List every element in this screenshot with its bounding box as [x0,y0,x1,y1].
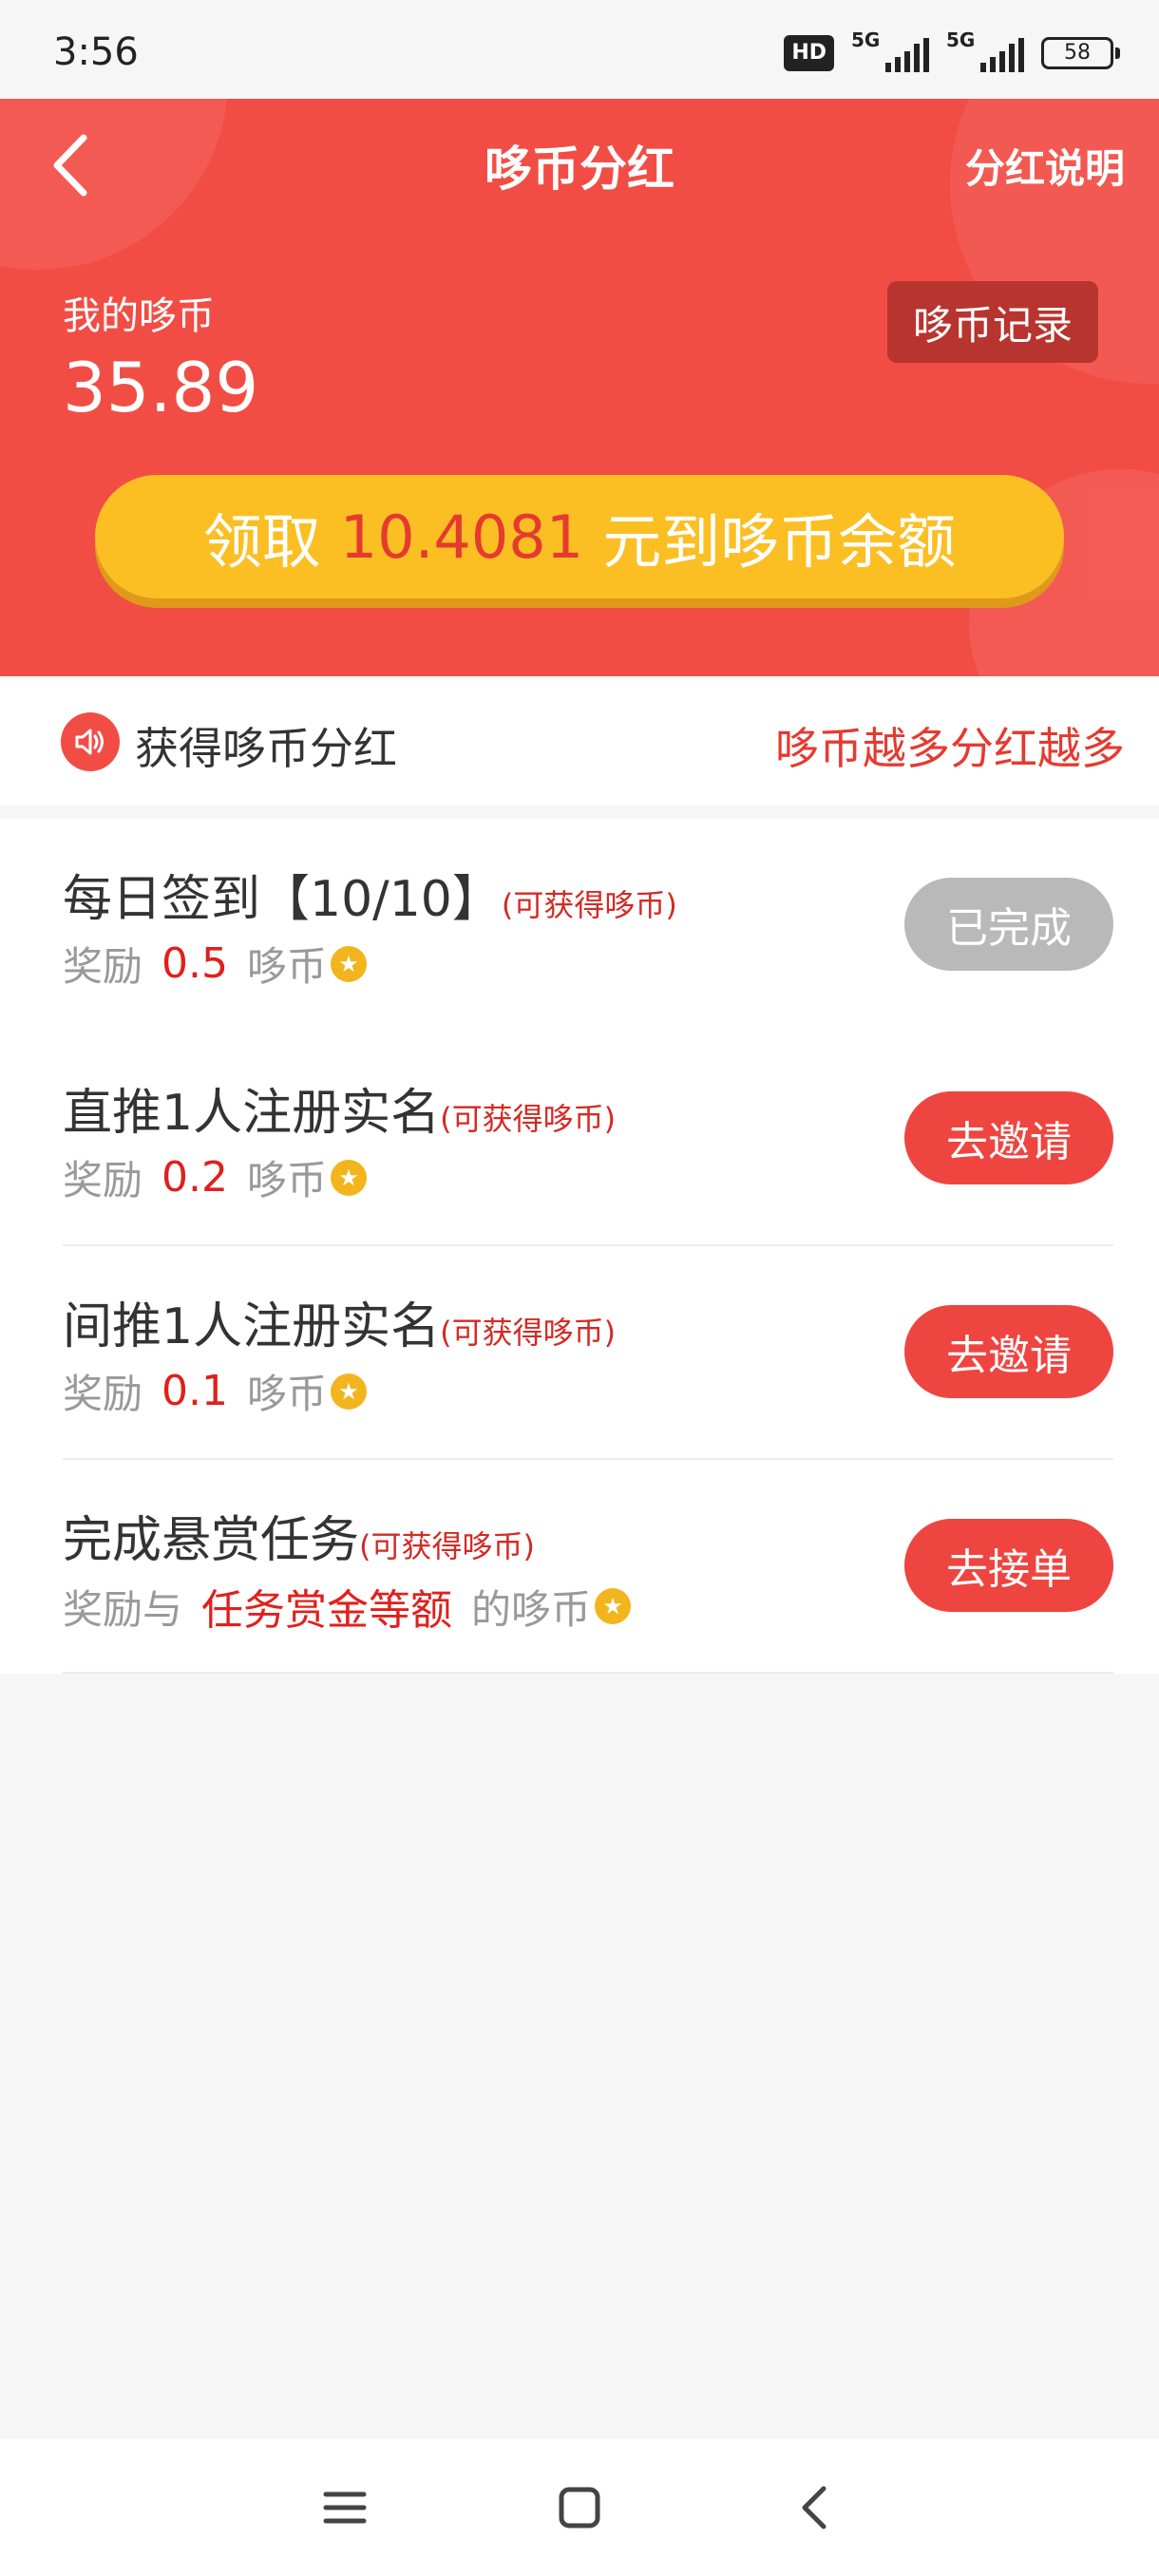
task-reward: 奖励 0.2 哆币 [63,1148,368,1206]
task-reward: 奖励 0.1 哆币 [63,1362,368,1420]
task-title: 完成悬赏任务(可获得哆币) [63,1512,535,1569]
task-list: 每日签到【10/10】(可获得哆币) 奖励 0.5 哆币 已完成 直推1人注册实… [0,819,1159,1674]
network-label-1: 5G [851,28,881,51]
home-button[interactable] [542,2470,618,2546]
task-item-bounty: 完成悬赏任务(可获得哆币) 奖励与 任务赏金等额 的哆币 去接单 [0,1460,1159,1674]
notice-slogan: 哆币越多分红越多 [775,723,1125,774]
coin-record-button[interactable]: 哆币记录 [887,281,1098,363]
home-square-icon [559,2487,600,2529]
battery-icon: 58 [1041,37,1120,69]
claim-prefix: 领取 [202,507,321,577]
menu-icon [323,2491,367,2524]
coin-icon [331,1373,368,1410]
divider [63,1672,1113,1674]
task-completed-button[interactable]: 已完成 [904,878,1113,971]
invite-button[interactable]: 去邀请 [904,1091,1113,1184]
take-order-button[interactable]: 去接单 [904,1519,1113,1612]
task-item-indirect-invite: 间推1人注册实名(可获得哆币) 奖励 0.1 哆币 去邀请 [0,1246,1159,1460]
task-reward: 奖励与 任务赏金等额 的哆币 [63,1576,632,1637]
status-bar: 3:56 HD 5G 5G 58 [0,0,1159,99]
signal-icon-2: 5G [946,28,1024,72]
my-coins-label: 我的哆币 [63,294,215,338]
network-label-2: 5G [946,28,976,51]
invite-button[interactable]: 去邀请 [904,1305,1113,1398]
header-banner: 哆币分红 分红说明 我的哆币 35.89 哆币记录 领取 10.4081 元到哆… [0,99,1159,676]
status-time: 3:56 [53,30,139,74]
task-reward: 奖励 0.5 哆币 [63,935,368,993]
my-coins-value: 35.89 [63,348,259,427]
menu-button[interactable] [307,2470,383,2546]
speaker-icon [61,712,120,771]
task-item-daily-checkin: 每日签到【10/10】(可获得哆币) 奖励 0.5 哆币 已完成 [0,819,1159,1032]
dividend-info-link[interactable]: 分红说明 [965,137,1125,195]
task-title: 每日签到【10/10】(可获得哆币) [63,871,677,928]
claim-amount: 10.4081 [339,502,584,572]
task-title: 间推1人注册实名(可获得哆币) [63,1298,617,1355]
system-back-button[interactable] [776,2470,852,2546]
notice-bar: 获得哆币分红 哆币越多分红越多 [0,676,1159,805]
back-icon [802,2486,826,2529]
system-nav-bar [0,2439,1159,2576]
coin-icon [331,1159,368,1196]
task-title: 直推1人注册实名(可获得哆币) [63,1085,617,1142]
coin-icon [595,1588,632,1624]
task-item-direct-invite: 直推1人注册实名(可获得哆币) 奖励 0.2 哆币 去邀请 [0,1032,1159,1246]
coin-icon [331,945,368,982]
notice-text: 获得哆币分红 [135,723,397,774]
claim-suffix: 元到哆币余额 [602,507,957,577]
claim-button[interactable]: 领取 10.4081 元到哆币余额 [95,475,1064,598]
status-icons: HD 5G 5G 58 [784,28,1120,74]
hd-icon: HD [784,35,834,71]
signal-icon-1: 5G [851,28,929,72]
